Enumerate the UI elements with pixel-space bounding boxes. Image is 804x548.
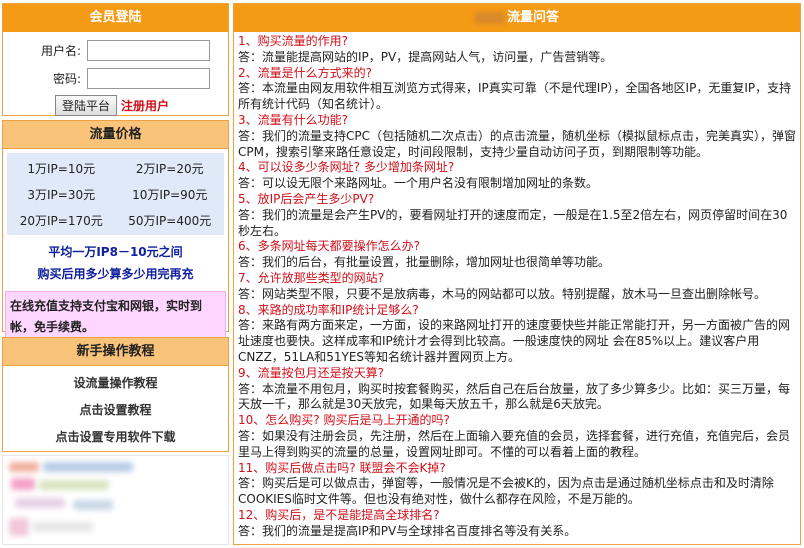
faq-question: 11、购买后做点击吗? 联盟会不会K掉? [238, 460, 446, 475]
price-table: 1万IP=10元 2万IP=20元 3万IP=30元 10万IP=90元 20万… [7, 153, 224, 235]
login-title: 会员登陆 [3, 4, 228, 32]
faq-answer: 答：网站类型不限，只要不是放病毒，木马的网站都可以放。特别提醒，放木马一旦查出删… [238, 286, 767, 301]
price-cell: 3万IP=30元 [27, 187, 96, 202]
price-row: 20万IP=170元 50万IP=400元 [7, 207, 224, 233]
price-cell: 10万IP=90元 [132, 187, 208, 202]
faq-question: 10、怎么购买? 购买后是马上开通的吗? [238, 413, 450, 428]
register-link[interactable]: 注册用户 [121, 97, 169, 114]
login-panel: 会员登陆 用户名: 密码: 登陆平台 注册用户 [2, 3, 229, 116]
faq-question: 2、流量是什么方式来的? [238, 65, 373, 80]
username-label: 用户名: [40, 43, 81, 58]
price-cell: 1万IP=10元 [27, 161, 96, 176]
faq-question: 8、来路的成功率和IP统计足够么? [238, 302, 419, 317]
masked-logo [474, 12, 505, 24]
price-usage-note: 购买后用多少算多少用完再充 [37, 267, 194, 281]
faq-answer: 答：我们的流量支持CPC（包括随机二次点击）的点击流量，随机坐标（模拟鼠标点击，… [238, 128, 796, 159]
password-input[interactable] [87, 67, 210, 89]
faq-answer: 答：本流量由网友用软件相互浏览方式得来，IP真实可靠（不是代理IP），全国各地区… [238, 81, 792, 112]
faq-answer: 答：流量能提高网站的IP，PV，提高网站人气，访问量，广告营销等。 [238, 49, 613, 64]
faq-answer: 答：可以设无限个来路网址。一个用户名没有限制增加网址的条数。 [238, 176, 599, 191]
faq-list: 1、购买流量的作用? 答：流量能提高网站的IP，PV，提高网站人气，访问量，广告营… [234, 32, 800, 540]
price-row: 3万IP=30元 10万IP=90元 [7, 181, 224, 207]
price-cell: 50万IP=400元 [128, 213, 212, 228]
price-row: 1万IP=10元 2万IP=20元 [7, 155, 224, 181]
price-cell: 20万IP=170元 [19, 213, 103, 228]
faq-answer: 答：如果没有注册会员，先注册，然后在上面输入要充值的会员，选择套餐，进行充值，充… [238, 428, 791, 459]
price-panel: 流量价格 1万IP=10元 2万IP=20元 3万IP=30元 10万IP=90… [2, 120, 229, 343]
guide-link-traffic-tutorial[interactable]: 设流量操作教程 [3, 370, 228, 397]
faq-question: 12、购买后，是不是能提高全球排名? [238, 507, 440, 522]
faq-question: 9、流量按包月还是按天算? [238, 365, 385, 380]
password-label: 密码: [52, 71, 81, 86]
faq-question: 7、允许放那些类型的网站? [238, 270, 385, 285]
price-title: 流量价格 [3, 121, 228, 149]
faq-header: 流量问答 [234, 4, 800, 32]
blurred-ad-image [2, 455, 229, 545]
faq-panel: 流量问答 1、购买流量的作用? 答：流量能提高网站的IP，PV，提高网站人气，访问… [233, 3, 801, 545]
faq-question: 5、放IP后会产生多少PV? [238, 191, 375, 206]
faq-answer: 答：我们的后台，有批量设置，批量删除，增加网址也很简单等功能。 [238, 255, 611, 270]
faq-answer: 答：我们的流量是会产生PV的，要看网址打开的速度而定，一般是在1.5至2倍左右，… [238, 207, 788, 238]
faq-question: 4、可以设多少条网址? 多少增加条网址? [238, 160, 455, 175]
faq-answer: 答：购买后是可以做点击，弹窗等，一般情况是不会被K的，因为点击是通过随机坐标点击… [238, 476, 774, 507]
faq-question: 3、流量有什么功能? [238, 112, 349, 127]
guide-link-click-tutorial[interactable]: 点击设置教程 [3, 397, 228, 424]
faq-title: 流量问答 [506, 10, 559, 25]
guide-link-software-download[interactable]: 点击设置专用软件下载 [3, 424, 228, 451]
faq-question: 1、购买流量的作用? [238, 34, 349, 48]
faq-answer: 答：我们的流量是提高IP和PV与全球排名百度排名等没有关系。 [238, 523, 577, 538]
faq-answer: 答：来路有两方面来定，一方面，设的来路网址打开的速度要快些并能正常能打开，另一方… [238, 318, 791, 364]
price-average-note: 平均一万IP8－10元之间 [48, 245, 183, 259]
faq-question: 6、多条网址每天都要操作怎么办? [238, 239, 421, 254]
price-cell: 2万IP=20元 [135, 161, 204, 176]
guide-panel: 新手操作教程 设流量操作教程 点击设置教程 点击设置专用软件下载 [2, 337, 229, 452]
username-input[interactable] [87, 39, 210, 61]
faq-answer: 答：本流量不用包月，购买时按套餐购买，然后自己在后台放量，放了多少算多少。比如：… [238, 381, 791, 412]
guide-title: 新手操作教程 [3, 338, 228, 366]
login-button[interactable]: 登陆平台 [55, 94, 118, 116]
payment-note: 在线充值支持支付宝和网银，实时到帐，免手续费。 [5, 291, 226, 343]
